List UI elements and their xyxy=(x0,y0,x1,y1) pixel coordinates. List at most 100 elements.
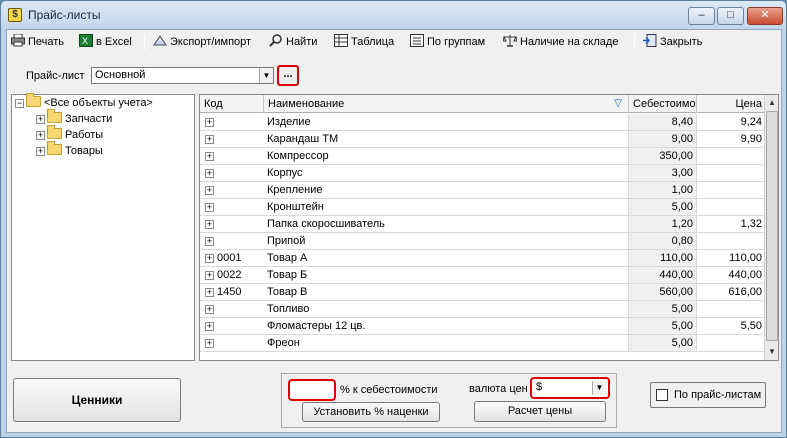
by-pricelists-checkbox[interactable]: По прайс-листам xyxy=(650,382,766,408)
title-bar[interactable]: $ Прайс-листы – □ ✕ xyxy=(1,1,786,29)
expand-icon[interactable]: + xyxy=(205,169,214,178)
row-expander[interactable]: + xyxy=(200,114,214,130)
vertical-scrollbar[interactable]: ▲ ▼ xyxy=(764,95,778,360)
row-expander[interactable]: + xyxy=(200,131,214,147)
currency-select[interactable]: $ ▼ xyxy=(530,377,610,399)
markup-percent-input[interactable] xyxy=(288,379,336,401)
chevron-down-icon[interactable]: ▼ xyxy=(259,68,273,83)
cell-code xyxy=(214,216,264,232)
category-tree[interactable]: − <Все объекты учета> + Запчасти + Работы +… xyxy=(11,93,195,361)
cell-price[interactable]: 616,00 xyxy=(697,284,765,300)
cell-price[interactable]: 9,90 xyxy=(697,131,765,147)
expand-icon[interactable]: + xyxy=(205,152,214,161)
expand-icon[interactable]: + xyxy=(205,271,214,280)
table-button[interactable]: Таблица xyxy=(334,33,394,51)
cell-price[interactable] xyxy=(697,182,765,198)
cell-price[interactable]: 5,50 xyxy=(697,318,765,334)
expand-icon[interactable]: + xyxy=(205,254,214,263)
cell-code xyxy=(214,148,264,164)
collapse-icon[interactable]: − xyxy=(15,99,24,108)
in-stock-button[interactable]: Наличие на складе xyxy=(503,33,618,51)
table-row[interactable]: + Корпус 3,00 xyxy=(200,165,765,182)
toolbar-separator xyxy=(634,34,635,50)
row-expander[interactable]: + xyxy=(200,301,214,317)
cell-price[interactable] xyxy=(697,335,765,351)
row-expander[interactable]: + xyxy=(200,267,214,283)
table-row[interactable]: + Фломастеры 12 цв. 5,00 5,50 xyxy=(200,318,765,335)
find-button[interactable]: Найти xyxy=(269,33,317,51)
expand-icon[interactable]: + xyxy=(36,115,45,124)
expand-icon[interactable]: + xyxy=(205,220,214,229)
row-expander[interactable]: + xyxy=(200,233,214,249)
checkbox-box[interactable] xyxy=(656,389,668,401)
cell-price[interactable] xyxy=(697,233,765,249)
column-header-name[interactable]: Наименование ▽ xyxy=(264,95,629,113)
close-button[interactable]: Закрыть xyxy=(643,33,702,51)
expand-icon[interactable]: + xyxy=(205,237,214,246)
print-button[interactable]: Печать xyxy=(11,33,64,51)
row-expander[interactable]: + xyxy=(200,148,214,164)
expand-icon[interactable]: + xyxy=(205,203,214,212)
export-import-button[interactable]: Экспорт/импорт xyxy=(153,33,251,51)
table-row[interactable]: + Изделие 8,40 9,24 xyxy=(200,114,765,131)
row-expander[interactable]: + xyxy=(200,199,214,215)
client-area: Печать Xв Excel Экспорт/импорт Найти Таб… xyxy=(6,29,782,433)
column-header-price[interactable]: Цена xyxy=(697,95,765,113)
table-row[interactable]: +0001 Товар А 110,00 110,00 xyxy=(200,250,765,267)
table-row[interactable]: + Припой 0,80 xyxy=(200,233,765,250)
cell-price[interactable]: 9,24 xyxy=(697,114,765,130)
chevron-down-icon[interactable]: ▼ xyxy=(592,381,606,395)
table-row[interactable]: +1450 Товар В 560,00 616,00 xyxy=(200,284,765,301)
close-window-button[interactable]: ✕ xyxy=(747,7,783,25)
expand-icon[interactable]: + xyxy=(205,186,214,195)
by-groups-button[interactable]: По группам xyxy=(410,33,485,51)
price-tags-button[interactable]: Ценники xyxy=(13,378,181,422)
minimize-button[interactable]: – xyxy=(688,7,715,25)
table-row[interactable]: + Топливо 5,00 xyxy=(200,301,765,318)
expand-icon[interactable]: + xyxy=(205,288,214,297)
row-expander[interactable]: + xyxy=(200,216,214,232)
row-expander[interactable]: + xyxy=(200,335,214,351)
column-header-code[interactable]: Код xyxy=(200,95,264,113)
pricelist-more-button[interactable]: ... xyxy=(277,65,299,86)
cell-price[interactable] xyxy=(697,165,765,181)
scroll-up-icon[interactable]: ▲ xyxy=(766,96,778,110)
set-markup-button[interactable]: Установить % наценки xyxy=(302,402,440,422)
scroll-down-icon[interactable]: ▼ xyxy=(766,345,778,359)
calculate-price-button[interactable]: Расчет цены xyxy=(474,401,606,422)
maximize-button[interactable]: □ xyxy=(717,7,744,25)
cell-price[interactable]: 110,00 xyxy=(697,250,765,266)
cell-price[interactable] xyxy=(697,199,765,215)
expand-icon[interactable]: + xyxy=(36,131,45,140)
table-row[interactable]: + Кронштейн 5,00 xyxy=(200,199,765,216)
svg-text:X: X xyxy=(82,36,88,46)
scrollbar-thumb[interactable] xyxy=(766,111,778,341)
table-row[interactable]: + Фреон 5,00 xyxy=(200,335,765,352)
row-expander[interactable]: + xyxy=(200,165,214,181)
pricelist-select[interactable]: Основной ▼ xyxy=(91,67,274,84)
expand-icon[interactable]: + xyxy=(205,305,214,314)
tree-item-root[interactable]: − <Все объекты учета> xyxy=(15,93,153,111)
table-row[interactable]: +0022 Товар Б 440,00 440,00 xyxy=(200,267,765,284)
table-row[interactable]: + Крепление 1,00 xyxy=(200,182,765,199)
table-row[interactable]: + Компрессор 350,00 xyxy=(200,148,765,165)
price-grid[interactable]: Код Наименование ▽ Себестоимо Цена + Изде… xyxy=(199,94,779,361)
row-expander[interactable]: + xyxy=(200,284,214,300)
expand-icon[interactable]: + xyxy=(205,118,214,127)
expand-icon[interactable]: + xyxy=(205,135,214,144)
cell-price[interactable]: 440,00 xyxy=(697,267,765,283)
expand-icon[interactable]: + xyxy=(36,147,45,156)
expand-icon[interactable]: + xyxy=(205,339,214,348)
row-expander[interactable]: + xyxy=(200,318,214,334)
excel-button[interactable]: Xв Excel xyxy=(79,33,132,51)
table-row[interactable]: + Папка скоросшиватель 1,20 1,32 xyxy=(200,216,765,233)
tree-item-goods[interactable]: + Товары xyxy=(36,141,103,159)
row-expander[interactable]: + xyxy=(200,250,214,266)
cell-price[interactable] xyxy=(697,301,765,317)
column-header-cost[interactable]: Себестоимо xyxy=(629,95,697,113)
expand-icon[interactable]: + xyxy=(205,322,214,331)
row-expander[interactable]: + xyxy=(200,182,214,198)
table-row[interactable]: + Карандаш ТМ 9,00 9,90 xyxy=(200,131,765,148)
cell-price[interactable] xyxy=(697,148,765,164)
cell-price[interactable]: 1,32 xyxy=(697,216,765,232)
